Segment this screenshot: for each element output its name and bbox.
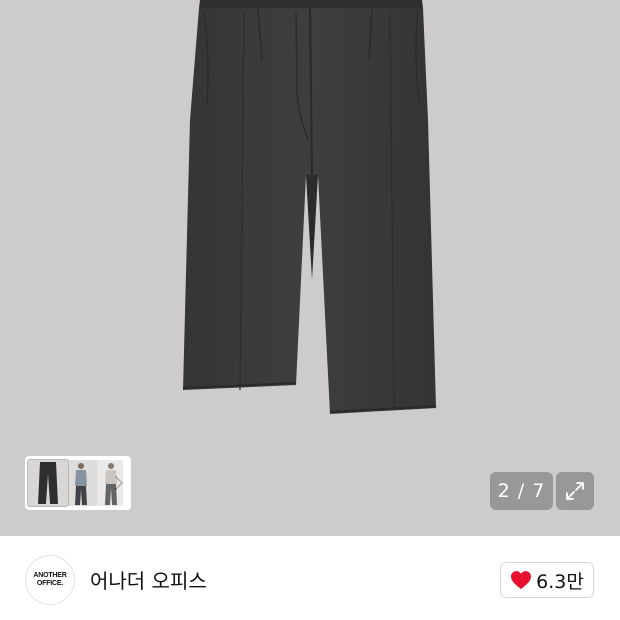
like-button[interactable]: 6.3만 [500, 562, 594, 598]
heart-icon [511, 571, 532, 590]
thumbnail-3[interactable] [95, 460, 123, 506]
thumbnail-strip[interactable] [25, 456, 131, 510]
expand-icon [566, 482, 584, 500]
image-counter: 2 / 7 [490, 472, 553, 510]
like-count: 6.3만 [536, 570, 584, 593]
expand-button[interactable] [556, 472, 594, 510]
product-image-gallery[interactable]: 2 / 7 [0, 0, 620, 536]
store-logo-line-2: OFFICE. [36, 580, 64, 587]
store-name[interactable]: 어나더 오피스 [90, 565, 207, 594]
store-bar: ANOTHER OFFICE. 어나더 오피스 6.3만 [0, 536, 620, 620]
thumbnail-1[interactable] [27, 459, 69, 507]
store-logo[interactable]: ANOTHER OFFICE. [25, 555, 75, 605]
thumbnail-2[interactable] [67, 460, 97, 506]
store-logo-line-1: ANOTHER [33, 572, 67, 579]
